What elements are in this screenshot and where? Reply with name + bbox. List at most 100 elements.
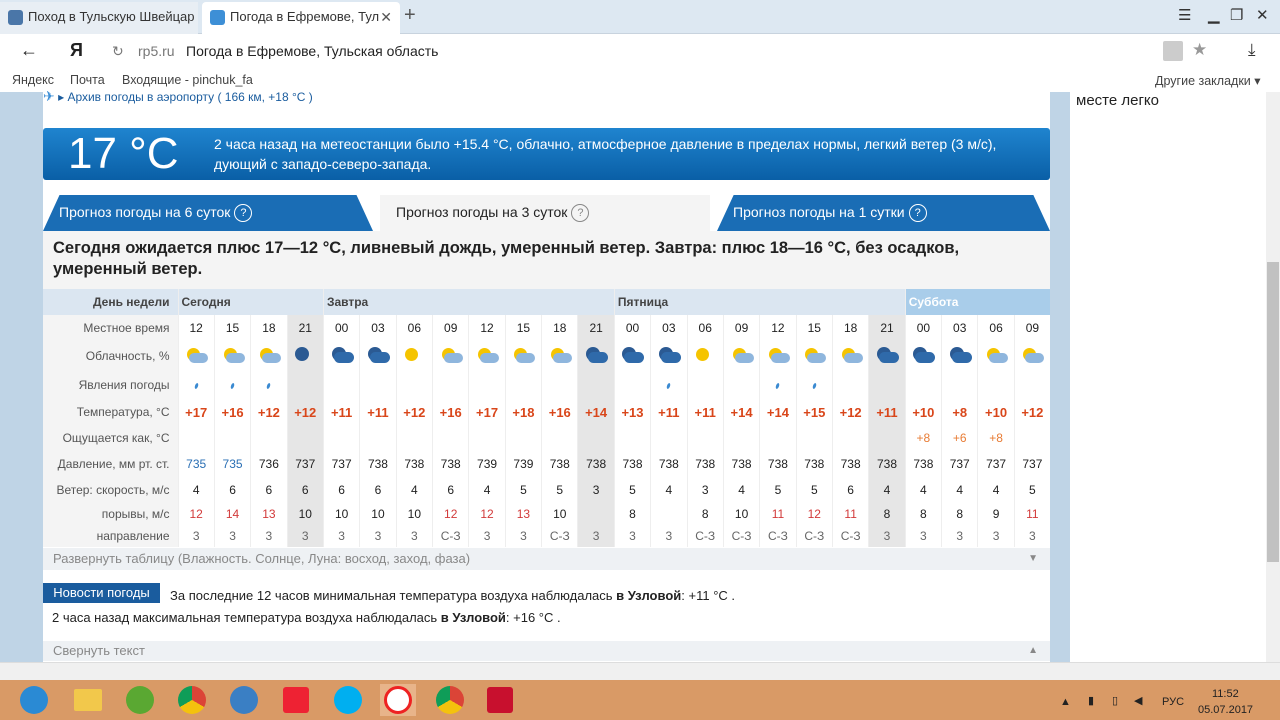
wind-speed-cell: 6 <box>831 477 869 503</box>
pressure-cell: 736 <box>250 451 288 477</box>
download-icon[interactable]: ⤓ <box>1248 40 1256 60</box>
feels-like-cell <box>577 425 615 451</box>
bookmark-mail[interactable]: Почта <box>70 73 105 87</box>
wind-speed-cell: 4 <box>868 477 906 503</box>
help-icon[interactable]: ? <box>908 204 927 222</box>
tab-label: Прогноз погоды на 6 суток <box>59 204 231 220</box>
horizontal-scrollbar[interactable] <box>0 662 1280 680</box>
menu-icon[interactable]: ☰ <box>1178 6 1191 24</box>
wind-speed-cell: 4 <box>395 477 433 503</box>
volume-icon[interactable]: ◀ <box>1134 694 1142 707</box>
cloudy-night-icon <box>947 345 973 365</box>
close-tab-icon[interactable]: ✕ <box>380 2 392 32</box>
partly-cloudy-icon <box>729 345 755 365</box>
language-indicator[interactable]: РУС <box>1162 696 1184 708</box>
ie-icon[interactable] <box>16 684 52 716</box>
feels-like-cell <box>322 425 360 451</box>
temperature-cell: +12 <box>250 399 288 425</box>
temperature-cell: +18 <box>504 399 542 425</box>
temperature-cell: +13 <box>613 399 651 425</box>
wind-direction-cell: 3 <box>941 525 978 547</box>
wind-gust-cell: 13 <box>504 503 542 525</box>
tray-arrow-icon[interactable]: ▲ <box>1060 696 1071 708</box>
new-tab-button[interactable]: + <box>404 4 416 27</box>
phenomena-cell <box>322 371 360 399</box>
back-button[interactable]: ← <box>20 40 38 61</box>
yandex-browser-icon[interactable] <box>380 684 416 716</box>
reload-icon[interactable]: ↻ <box>112 43 124 60</box>
wind-speed-cell: 6 <box>432 477 469 503</box>
maximize-icon[interactable]: ❐ <box>1230 6 1243 24</box>
help-icon[interactable]: ? <box>234 204 253 222</box>
url-title[interactable]: Погода в Ефремове, Тульская область <box>186 43 438 59</box>
wind-speed-cell: 6 <box>213 477 251 503</box>
phenomena-cell <box>432 371 469 399</box>
partly-cloudy-icon <box>765 345 791 365</box>
help-icon[interactable]: ? <box>571 204 590 222</box>
network-icon[interactable]: ▮ <box>1088 694 1094 707</box>
scrollbar-thumb[interactable] <box>1267 262 1279 562</box>
clock[interactable]: 11:52 <box>1212 688 1239 700</box>
tab-weather[interactable]: Погода в Ефремове, Тул ✕ <box>202 2 400 34</box>
pressure-cell: 737 <box>286 451 324 477</box>
pressure-cell: 738 <box>831 451 869 477</box>
cloudy-night-icon <box>329 345 355 365</box>
star-icon[interactable]: ★ <box>1192 40 1207 60</box>
day-header: Сегодня <box>177 289 324 315</box>
system-tray: ▲ ▮ ▯ ◀ РУС 11:52 05.07.2017 <box>1060 684 1280 720</box>
tab-forecast-3-days[interactable]: Прогноз погоды на 3 суток? <box>380 195 710 231</box>
phenomena-cell <box>286 371 324 399</box>
lock-icon[interactable] <box>1163 41 1183 61</box>
chrome-icon[interactable] <box>174 684 210 716</box>
cloudiness-cell <box>504 341 542 371</box>
phenomena-cell <box>577 371 615 399</box>
cloudiness-cell <box>759 341 797 371</box>
yandex-logo[interactable]: Я <box>70 40 83 61</box>
rain-drop-icon <box>775 382 781 390</box>
yandex-app-icon[interactable] <box>278 684 314 716</box>
wind-speed-cell: 5 <box>613 477 651 503</box>
wind-direction-cell: С-З <box>686 525 724 547</box>
current-weather-text: 2 часа назад на метеостанции было +15.4 … <box>214 136 997 172</box>
minimize-icon[interactable]: ▁ <box>1208 6 1220 24</box>
skype-icon[interactable] <box>330 684 366 716</box>
tab-forecast-6-days[interactable]: Прогноз погоды на 6 суток? <box>43 195 373 231</box>
bookmark-yandex[interactable]: Яндекс <box>12 73 54 87</box>
cloudiness-cell <box>722 341 760 371</box>
feels-like-cell <box>504 425 542 451</box>
phenomena-cell <box>504 371 542 399</box>
bookmark-inbox[interactable]: Входящие - pinchuk_fa <box>122 73 256 87</box>
wind-direction-cell: 3 <box>250 525 288 547</box>
temperature-cell: +12 <box>286 399 324 425</box>
wind-direction-cell: С-З <box>432 525 469 547</box>
explorer-icon[interactable] <box>70 684 106 716</box>
url-domain[interactable]: rp5.ru <box>138 43 175 59</box>
feels-like-cell <box>759 425 797 451</box>
phenomena-cell <box>904 371 942 399</box>
wind-direction-cell: 3 <box>213 525 251 547</box>
tab-vk[interactable]: Поход в Тульскую Швейцар <box>0 2 198 34</box>
partly-cloudy-icon <box>220 345 246 365</box>
date[interactable]: 05.07.2017 <box>1198 704 1253 716</box>
kaspersky-icon[interactable] <box>482 684 518 716</box>
archive-link[interactable]: ✈ ▸ Архив погоды в аэропорту ( 166 км, +… <box>43 88 313 105</box>
phenomena-cell <box>795 371 833 399</box>
other-bookmarks[interactable]: Другие закладки ▾ <box>1155 73 1261 88</box>
pressure-cell: 735 <box>177 451 215 477</box>
pressure-cell: 735 <box>213 451 251 477</box>
utorrent-icon[interactable] <box>122 684 158 716</box>
chrome-icon[interactable] <box>432 684 468 716</box>
phenomena-cell <box>977 371 1015 399</box>
wind-direction-cell: 3 <box>904 525 942 547</box>
tab-forecast-1-day[interactable]: Прогноз погоды на 1 сутки? <box>717 195 1050 231</box>
expand-table-link[interactable]: Развернуть таблицу (Влажность. Солнце, Л… <box>43 548 1050 570</box>
collapse-text-link[interactable]: Свернуть текст ▲ <box>43 641 1050 661</box>
cloudy-night-icon <box>656 345 682 365</box>
cloudiness-cell <box>613 341 651 371</box>
temperature-cell: +11 <box>359 399 397 425</box>
close-window-icon[interactable]: ✕ <box>1256 6 1269 24</box>
battery-icon[interactable]: ▯ <box>1112 694 1118 707</box>
audio-player-icon[interactable] <box>226 684 262 716</box>
weather-icon <box>210 10 225 25</box>
table-row: порывы, м/с 12 14 13 10 10 10 10 12 12 13 10 8 8 10 11 1… <box>43 503 1050 525</box>
